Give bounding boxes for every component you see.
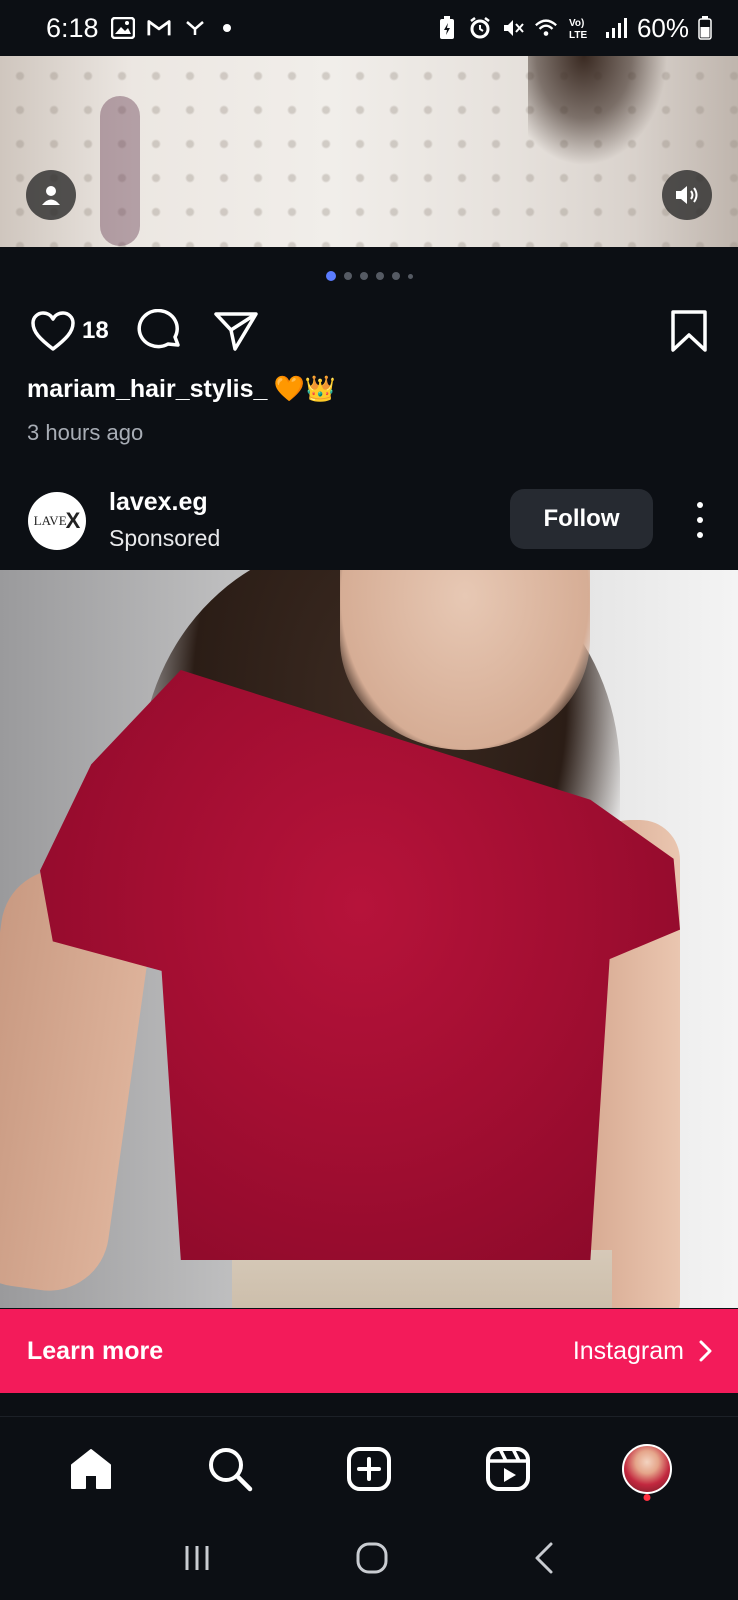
- learn-more-label[interactable]: Learn more: [27, 1337, 163, 1366]
- svg-text:LTE: LTE: [569, 30, 587, 40]
- battery-saver-icon: [435, 16, 459, 40]
- more-options-icon[interactable]: [694, 502, 706, 538]
- comment-icon[interactable]: [137, 309, 183, 353]
- carousel-dot: [359, 272, 368, 280]
- reels-icon: [485, 1446, 530, 1491]
- post-timestamp: 3 hours ago: [27, 420, 144, 445]
- status-time: 6:18: [46, 12, 99, 43]
- create-icon: [346, 1446, 391, 1491]
- like-count[interactable]: 18: [82, 317, 109, 345]
- caption-emoji: 🧡👑: [273, 375, 336, 403]
- sponsored-label: Sponsored: [109, 525, 221, 551]
- system-navigation: [0, 1520, 738, 1600]
- search-icon: [209, 1447, 253, 1491]
- more-notifications-dot: [222, 24, 231, 32]
- caption-row: mariam_hair_stylis_ 🧡👑: [27, 375, 336, 404]
- nav-profile[interactable]: [617, 1439, 677, 1501]
- alarm-icon: [468, 16, 492, 40]
- previous-post-media[interactable]: [0, 56, 738, 247]
- share-icon[interactable]: [213, 310, 259, 352]
- bottom-navigation: [0, 1416, 738, 1520]
- post-actions: 18: [30, 306, 708, 356]
- caption-username[interactable]: mariam_hair_stylis_: [27, 375, 267, 404]
- tagged-users-button[interactable]: [26, 170, 76, 220]
- sponsored-post-header: LAVE X lavex.eg Sponsored Follow: [0, 480, 738, 560]
- save-icon[interactable]: [670, 309, 708, 353]
- recent-apps-icon[interactable]: [182, 1543, 212, 1578]
- nav-reels[interactable]: [478, 1439, 538, 1499]
- nav-home[interactable]: [61, 1439, 121, 1499]
- volume-icon: [676, 186, 698, 204]
- notification-icon: [183, 16, 207, 40]
- lavex-avatar[interactable]: LAVE X: [28, 492, 86, 550]
- follow-button[interactable]: Follow: [510, 489, 653, 549]
- person-icon: [42, 186, 60, 205]
- volte-icon: Vo) LTE: [567, 16, 595, 40]
- sound-toggle-button[interactable]: [662, 170, 712, 220]
- battery-icon: [698, 16, 712, 40]
- nav-create[interactable]: [339, 1439, 399, 1499]
- gmail-icon: [147, 16, 171, 40]
- like-icon[interactable]: [30, 310, 76, 352]
- cta-destination[interactable]: Instagram: [573, 1337, 712, 1366]
- avatar-logo-mark: X: [65, 508, 81, 533]
- carousel-dot-active: [325, 271, 336, 281]
- avatar-logo-text: LAVE: [33, 513, 67, 528]
- post-username[interactable]: lavex.eg: [109, 488, 208, 517]
- learn-more-bar[interactable]: Learn more Instagram: [0, 1309, 738, 1393]
- carousel-indicator: [0, 271, 738, 281]
- wifi-icon: [534, 16, 558, 40]
- status-bar: 6:18 Vo) LTE 60%: [0, 0, 738, 56]
- carousel-dot: [343, 272, 352, 280]
- carousel-dot: [391, 272, 400, 280]
- profile-avatar[interactable]: [621, 1443, 672, 1494]
- home-button-icon[interactable]: [355, 1541, 389, 1580]
- signal-icon: [604, 16, 628, 40]
- cta-destination-label: Instagram: [572, 1336, 684, 1365]
- sponsored-post-image[interactable]: [0, 570, 738, 1308]
- carousel-dot: [407, 273, 413, 279]
- back-icon[interactable]: [532, 1541, 556, 1580]
- home-icon: [71, 1448, 112, 1489]
- nav-search[interactable]: [200, 1439, 260, 1499]
- gallery-icon: [110, 16, 135, 40]
- chevron-right-icon: [699, 1340, 712, 1362]
- battery-percent: 60%: [636, 12, 689, 43]
- profile-notification-dot: [643, 1493, 651, 1501]
- mute-icon: [501, 16, 525, 40]
- carousel-dot: [375, 272, 384, 280]
- svg-text:Vo): Vo): [569, 18, 584, 29]
